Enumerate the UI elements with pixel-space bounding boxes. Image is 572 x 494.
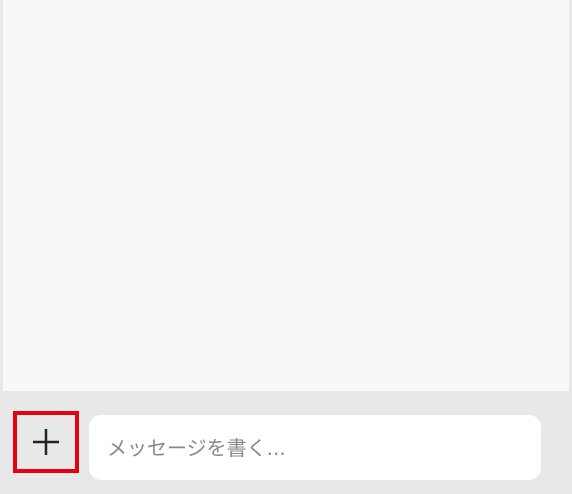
compose-bar — [0, 391, 572, 494]
attach-button[interactable] — [13, 411, 79, 473]
plus-icon — [33, 429, 59, 455]
message-input[interactable] — [89, 415, 541, 480]
chat-screen — [0, 0, 572, 494]
message-list[interactable] — [3, 0, 569, 391]
